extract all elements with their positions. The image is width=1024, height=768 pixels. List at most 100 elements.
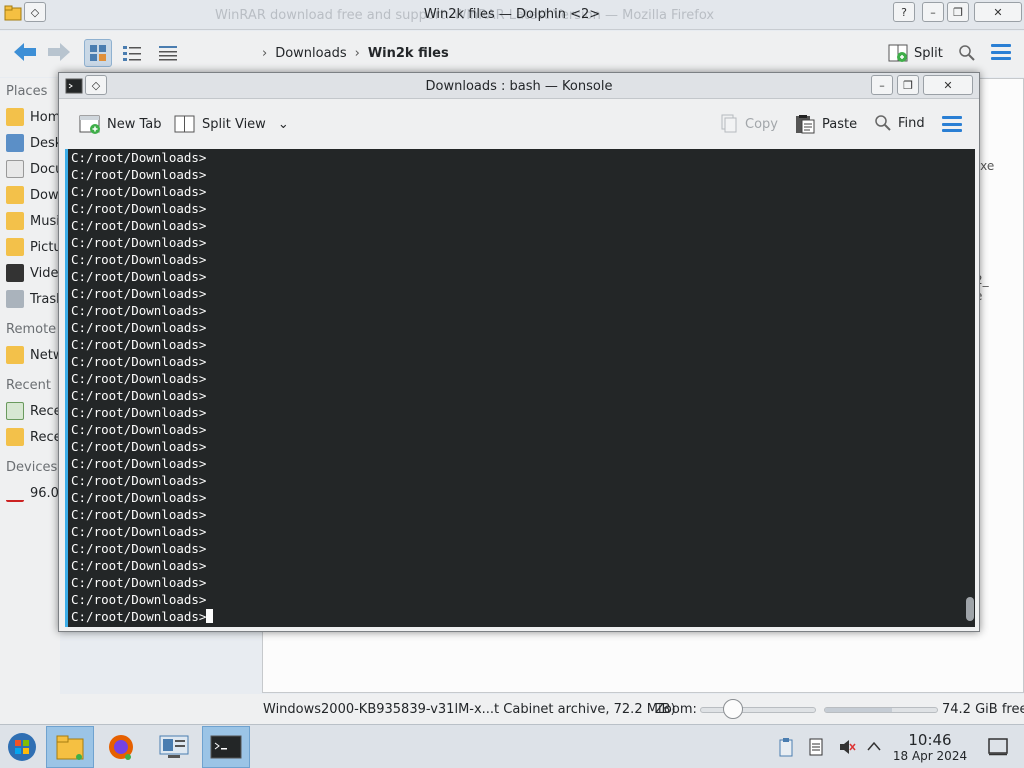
new-tab-icon: [79, 115, 100, 134]
start-menu-button[interactable]: [0, 726, 44, 768]
places-item-videos[interactable]: Videos: [6, 264, 60, 282]
places-item-desktop[interactable]: Desktop: [6, 134, 60, 152]
status-file-info: Windows2000-KB935839-v31lM-x...t Cabinet…: [263, 702, 676, 717]
task-firefox[interactable]: [97, 726, 145, 768]
places-item-recent-files[interactable]: Recent Files: [6, 402, 60, 420]
remote-header: Remote: [6, 322, 57, 337]
terminal-prompt-line: C:/root/Downloads>: [71, 388, 207, 403]
breadcrumb-current[interactable]: Win2k files: [368, 46, 449, 61]
recent-locations-icon: [6, 428, 24, 446]
music-folder-icon: [6, 212, 24, 230]
free-space-bar: [824, 707, 938, 713]
split-label: Split: [914, 45, 943, 61]
videos-folder-icon: [6, 264, 24, 282]
downloads-folder-icon: [6, 186, 24, 204]
terminal-prompt-line: C:/root/Downloads>: [71, 167, 207, 182]
copy-button[interactable]: Copy: [719, 114, 778, 134]
copy-label: Copy: [745, 116, 778, 132]
compact-view-icon[interactable]: [118, 39, 146, 67]
clipboard-icon[interactable]: [778, 737, 794, 757]
search-icon[interactable]: [958, 44, 976, 62]
copy-icon: [721, 114, 737, 133]
terminal-output[interactable]: C:/root/Downloads> C:/root/Downloads> C:/r…: [65, 149, 975, 627]
konsole-titlebar: ◇ Downloads : bash — Konsole – ❐ ✕: [59, 73, 979, 99]
konsole-maximize-button[interactable]: ❐: [897, 75, 919, 95]
breadcrumb-downloads[interactable]: Downloads: [275, 46, 346, 61]
firefox-icon: [109, 735, 133, 760]
start-orb-icon: [8, 733, 36, 761]
split-view-button[interactable]: Split View ⌄: [174, 114, 289, 134]
chevron-up-icon[interactable]: [866, 740, 882, 752]
menu-icon[interactable]: [991, 44, 1011, 60]
terminal-prompt-line: C:/root/Downloads>: [71, 490, 207, 505]
terminal-prompt-line: C:/root/Downloads>: [68, 608, 975, 625]
help-button[interactable]: ?: [893, 2, 915, 22]
find-button[interactable]: Find: [874, 114, 925, 132]
find-label: Find: [898, 115, 925, 131]
places-item-hard-drive[interactable]: 96.0 GiB Hard Drive: [6, 484, 60, 502]
terminal-scrollbar[interactable]: [966, 597, 974, 621]
terminal-prompt-line: C:/root/Downloads>: [71, 507, 207, 522]
maximize-button[interactable]: ❐: [947, 2, 969, 22]
show-desktop-icon[interactable]: [988, 738, 1008, 756]
paste-button[interactable]: Paste: [794, 114, 857, 134]
places-item-trash[interactable]: Trash: [6, 290, 60, 308]
konsole-menu-icon[interactable]: [942, 116, 962, 132]
folder-icon: [56, 735, 84, 760]
places-item-documents[interactable]: Documents: [6, 160, 60, 178]
devices-header: Devices: [6, 460, 58, 475]
icons-view-icon[interactable]: [84, 39, 112, 67]
konsole-close-button[interactable]: ✕: [923, 75, 973, 95]
places-item-pictures[interactable]: Pictures: [6, 238, 60, 256]
places-item-recent-locations[interactable]: Recent Locations: [6, 428, 60, 446]
terminal-prompt-line: C:/root/Downloads>: [71, 558, 207, 573]
home-folder-icon: [6, 108, 24, 126]
terminal-prompt-line: C:/root/Downloads>: [71, 524, 207, 539]
system-settings-icon: [159, 735, 189, 758]
new-tab-label: New Tab: [107, 116, 162, 132]
status-bar: Windows2000-KB935839-v31lM-x...t Cabinet…: [0, 694, 1024, 724]
details-view-icon[interactable]: [154, 39, 182, 67]
desktop-icon: [6, 134, 24, 152]
terminal-prompt-line: C:/root/Downloads>: [71, 422, 207, 437]
notes-icon[interactable]: [808, 737, 824, 757]
task-konsole[interactable]: [202, 726, 250, 768]
volume-muted-icon[interactable]: [838, 738, 856, 756]
back-icon[interactable]: [12, 41, 38, 69]
new-tab-button[interactable]: New Tab: [79, 114, 162, 134]
task-dolphin[interactable]: [46, 726, 94, 768]
places-item-downloads[interactable]: Downloads: [6, 186, 60, 204]
terminal-prompt-line: C:/root/Downloads>: [71, 354, 207, 369]
close-button[interactable]: ✕: [974, 2, 1022, 22]
terminal-prompt-line: C:/root/Downloads>: [71, 592, 207, 607]
minimize-button[interactable]: –: [922, 2, 944, 22]
konsole-window: ◇ Downloads : bash — Konsole – ❐ ✕ New T…: [58, 72, 980, 632]
dolphin-titlebar: ◇ WinRAR download free and support: WinR…: [0, 0, 1024, 30]
konsole-minimize-button[interactable]: –: [871, 75, 893, 95]
konsole-toolbar: New Tab Split View ⌄ Copy Paste Find: [59, 100, 979, 148]
terminal-prompt-line: C:/root/Downloads>: [71, 541, 207, 556]
terminal-prompt-line: C:/root/Downloads>: [71, 184, 207, 199]
places-item-music[interactable]: Music: [6, 212, 60, 230]
split-view-label: Split View: [202, 116, 266, 132]
terminal-cursor: [206, 609, 214, 623]
terminal-prompt-line: C:/root/Downloads>: [71, 218, 207, 233]
chevron-down-icon[interactable]: ⌄: [278, 117, 289, 132]
terminal-prompt-line: C:/root/Downloads>: [71, 405, 207, 420]
forward-icon[interactable]: [46, 41, 72, 69]
terminal-prompt-line: C:/root/Downloads>: [71, 150, 207, 165]
zoom-slider-handle[interactable]: [723, 699, 743, 719]
split-button[interactable]: Split: [888, 43, 943, 63]
clock-date: 18 Apr 2024: [892, 749, 968, 763]
clock[interactable]: 10:46 18 Apr 2024: [890, 731, 970, 763]
zoom-slider[interactable]: [700, 707, 816, 713]
window-title: Win2k files — Dolphin <2>: [423, 7, 601, 22]
places-item-network[interactable]: Network: [6, 346, 60, 364]
pictures-folder-icon: [6, 238, 24, 256]
terminal-prompt-line: C:/root/Downloads>: [71, 303, 207, 318]
task-system-settings[interactable]: [150, 726, 198, 768]
clock-time: 10:46: [908, 731, 952, 749]
recent-header: Recent: [6, 378, 51, 393]
places-item-home[interactable]: Home: [6, 108, 60, 126]
places-panel: Places Home Desktop Documents Downloads …: [0, 78, 60, 723]
